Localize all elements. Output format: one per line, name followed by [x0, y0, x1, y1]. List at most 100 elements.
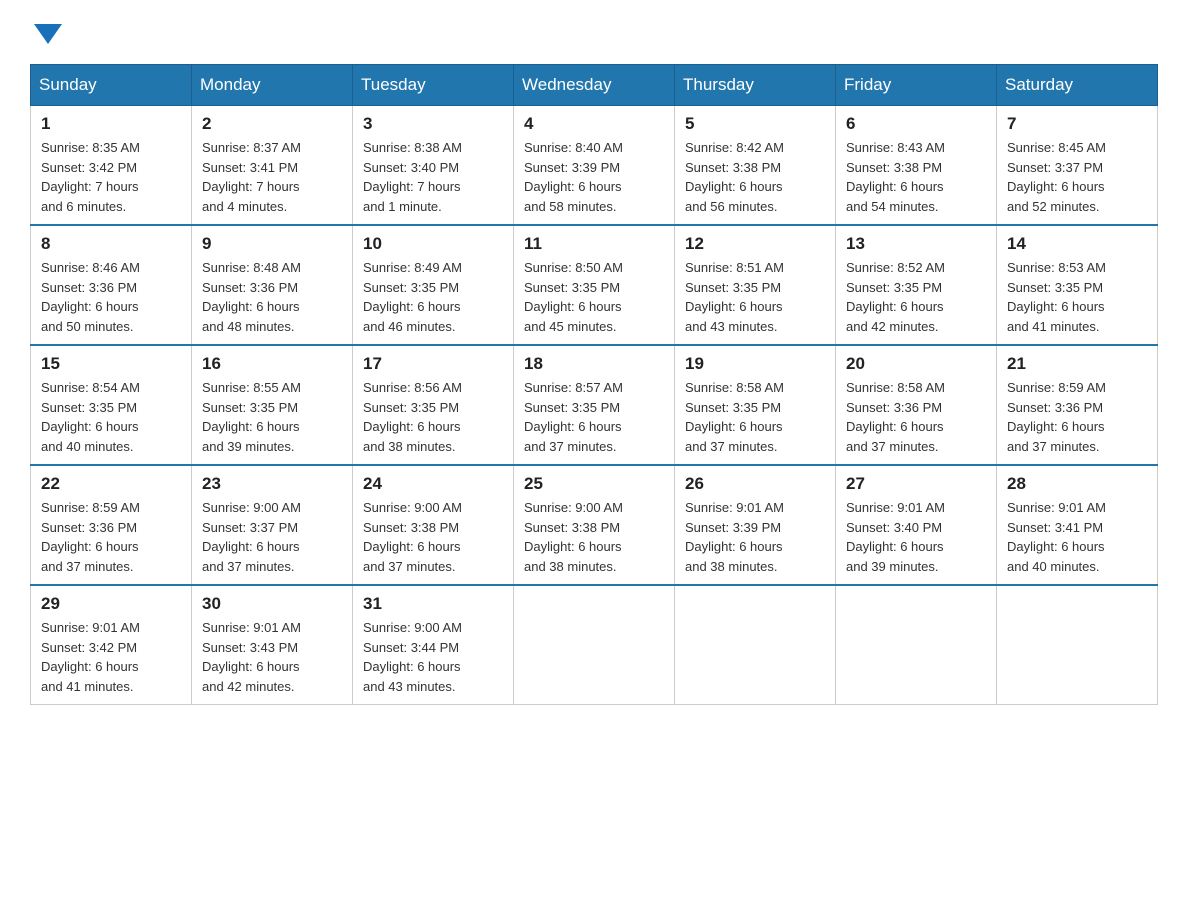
calendar-cell: 20 Sunrise: 8:58 AMSunset: 3:36 PMDaylig…: [836, 345, 997, 465]
day-number: 20: [846, 354, 986, 374]
day-info: Sunrise: 9:00 AMSunset: 3:37 PMDaylight:…: [202, 498, 342, 576]
calendar-cell: [514, 585, 675, 705]
calendar-week-row: 29 Sunrise: 9:01 AMSunset: 3:42 PMDaylig…: [31, 585, 1158, 705]
day-info: Sunrise: 8:54 AMSunset: 3:35 PMDaylight:…: [41, 378, 181, 456]
day-info: Sunrise: 8:50 AMSunset: 3:35 PMDaylight:…: [524, 258, 664, 336]
calendar-cell: 1 Sunrise: 8:35 AMSunset: 3:42 PMDayligh…: [31, 106, 192, 226]
day-number: 22: [41, 474, 181, 494]
calendar-cell: 25 Sunrise: 9:00 AMSunset: 3:38 PMDaylig…: [514, 465, 675, 585]
day-info: Sunrise: 8:35 AMSunset: 3:42 PMDaylight:…: [41, 138, 181, 216]
calendar-cell: [836, 585, 997, 705]
day-info: Sunrise: 8:38 AMSunset: 3:40 PMDaylight:…: [363, 138, 503, 216]
day-number: 5: [685, 114, 825, 134]
calendar-cell: 3 Sunrise: 8:38 AMSunset: 3:40 PMDayligh…: [353, 106, 514, 226]
logo-arrow-icon: [34, 24, 62, 44]
day-number: 17: [363, 354, 503, 374]
day-info: Sunrise: 8:52 AMSunset: 3:35 PMDaylight:…: [846, 258, 986, 336]
calendar-cell: [997, 585, 1158, 705]
day-number: 13: [846, 234, 986, 254]
day-number: 4: [524, 114, 664, 134]
weekday-header-row: SundayMondayTuesdayWednesdayThursdayFrid…: [31, 65, 1158, 106]
calendar-cell: 12 Sunrise: 8:51 AMSunset: 3:35 PMDaylig…: [675, 225, 836, 345]
day-number: 27: [846, 474, 986, 494]
day-info: Sunrise: 8:48 AMSunset: 3:36 PMDaylight:…: [202, 258, 342, 336]
day-number: 18: [524, 354, 664, 374]
day-number: 3: [363, 114, 503, 134]
calendar-cell: 11 Sunrise: 8:50 AMSunset: 3:35 PMDaylig…: [514, 225, 675, 345]
day-info: Sunrise: 8:57 AMSunset: 3:35 PMDaylight:…: [524, 378, 664, 456]
day-info: Sunrise: 8:42 AMSunset: 3:38 PMDaylight:…: [685, 138, 825, 216]
calendar-cell: 15 Sunrise: 8:54 AMSunset: 3:35 PMDaylig…: [31, 345, 192, 465]
weekday-header-thursday: Thursday: [675, 65, 836, 106]
calendar-cell: 26 Sunrise: 9:01 AMSunset: 3:39 PMDaylig…: [675, 465, 836, 585]
weekday-header-monday: Monday: [192, 65, 353, 106]
day-info: Sunrise: 9:00 AMSunset: 3:44 PMDaylight:…: [363, 618, 503, 696]
day-number: 2: [202, 114, 342, 134]
day-number: 30: [202, 594, 342, 614]
day-info: Sunrise: 8:58 AMSunset: 3:35 PMDaylight:…: [685, 378, 825, 456]
calendar-cell: 10 Sunrise: 8:49 AMSunset: 3:35 PMDaylig…: [353, 225, 514, 345]
page-header: [30, 20, 1158, 44]
calendar-table: SundayMondayTuesdayWednesdayThursdayFrid…: [30, 64, 1158, 705]
calendar-cell: 6 Sunrise: 8:43 AMSunset: 3:38 PMDayligh…: [836, 106, 997, 226]
day-info: Sunrise: 8:56 AMSunset: 3:35 PMDaylight:…: [363, 378, 503, 456]
calendar-cell: 28 Sunrise: 9:01 AMSunset: 3:41 PMDaylig…: [997, 465, 1158, 585]
day-number: 21: [1007, 354, 1147, 374]
calendar-cell: 23 Sunrise: 9:00 AMSunset: 3:37 PMDaylig…: [192, 465, 353, 585]
weekday-header-friday: Friday: [836, 65, 997, 106]
weekday-header-sunday: Sunday: [31, 65, 192, 106]
weekday-header-saturday: Saturday: [997, 65, 1158, 106]
calendar-cell: 2 Sunrise: 8:37 AMSunset: 3:41 PMDayligh…: [192, 106, 353, 226]
weekday-header-tuesday: Tuesday: [353, 65, 514, 106]
day-number: 19: [685, 354, 825, 374]
calendar-cell: 22 Sunrise: 8:59 AMSunset: 3:36 PMDaylig…: [31, 465, 192, 585]
calendar-cell: 24 Sunrise: 9:00 AMSunset: 3:38 PMDaylig…: [353, 465, 514, 585]
day-number: 6: [846, 114, 986, 134]
calendar-cell: 7 Sunrise: 8:45 AMSunset: 3:37 PMDayligh…: [997, 106, 1158, 226]
day-info: Sunrise: 8:40 AMSunset: 3:39 PMDaylight:…: [524, 138, 664, 216]
day-info: Sunrise: 8:37 AMSunset: 3:41 PMDaylight:…: [202, 138, 342, 216]
calendar-cell: 29 Sunrise: 9:01 AMSunset: 3:42 PMDaylig…: [31, 585, 192, 705]
day-number: 8: [41, 234, 181, 254]
calendar-cell: 27 Sunrise: 9:01 AMSunset: 3:40 PMDaylig…: [836, 465, 997, 585]
day-info: Sunrise: 9:00 AMSunset: 3:38 PMDaylight:…: [363, 498, 503, 576]
day-number: 23: [202, 474, 342, 494]
logo-text: [30, 20, 62, 44]
day-number: 26: [685, 474, 825, 494]
day-number: 9: [202, 234, 342, 254]
day-info: Sunrise: 8:58 AMSunset: 3:36 PMDaylight:…: [846, 378, 986, 456]
calendar-week-row: 15 Sunrise: 8:54 AMSunset: 3:35 PMDaylig…: [31, 345, 1158, 465]
day-info: Sunrise: 8:43 AMSunset: 3:38 PMDaylight:…: [846, 138, 986, 216]
calendar-week-row: 22 Sunrise: 8:59 AMSunset: 3:36 PMDaylig…: [31, 465, 1158, 585]
calendar-cell: 8 Sunrise: 8:46 AMSunset: 3:36 PMDayligh…: [31, 225, 192, 345]
calendar-cell: 14 Sunrise: 8:53 AMSunset: 3:35 PMDaylig…: [997, 225, 1158, 345]
calendar-cell: 18 Sunrise: 8:57 AMSunset: 3:35 PMDaylig…: [514, 345, 675, 465]
calendar-cell: 16 Sunrise: 8:55 AMSunset: 3:35 PMDaylig…: [192, 345, 353, 465]
logo: [30, 20, 62, 44]
day-number: 11: [524, 234, 664, 254]
calendar-cell: 4 Sunrise: 8:40 AMSunset: 3:39 PMDayligh…: [514, 106, 675, 226]
day-number: 10: [363, 234, 503, 254]
day-info: Sunrise: 8:49 AMSunset: 3:35 PMDaylight:…: [363, 258, 503, 336]
day-number: 25: [524, 474, 664, 494]
calendar-week-row: 8 Sunrise: 8:46 AMSunset: 3:36 PMDayligh…: [31, 225, 1158, 345]
day-number: 1: [41, 114, 181, 134]
day-number: 15: [41, 354, 181, 374]
day-info: Sunrise: 9:01 AMSunset: 3:41 PMDaylight:…: [1007, 498, 1147, 576]
calendar-cell: 13 Sunrise: 8:52 AMSunset: 3:35 PMDaylig…: [836, 225, 997, 345]
day-info: Sunrise: 8:45 AMSunset: 3:37 PMDaylight:…: [1007, 138, 1147, 216]
day-number: 12: [685, 234, 825, 254]
day-number: 28: [1007, 474, 1147, 494]
day-number: 31: [363, 594, 503, 614]
calendar-cell: 19 Sunrise: 8:58 AMSunset: 3:35 PMDaylig…: [675, 345, 836, 465]
calendar-cell: 31 Sunrise: 9:00 AMSunset: 3:44 PMDaylig…: [353, 585, 514, 705]
day-info: Sunrise: 9:00 AMSunset: 3:38 PMDaylight:…: [524, 498, 664, 576]
day-number: 14: [1007, 234, 1147, 254]
calendar-cell: 30 Sunrise: 9:01 AMSunset: 3:43 PMDaylig…: [192, 585, 353, 705]
day-info: Sunrise: 8:53 AMSunset: 3:35 PMDaylight:…: [1007, 258, 1147, 336]
day-info: Sunrise: 8:59 AMSunset: 3:36 PMDaylight:…: [1007, 378, 1147, 456]
day-info: Sunrise: 9:01 AMSunset: 3:43 PMDaylight:…: [202, 618, 342, 696]
day-number: 29: [41, 594, 181, 614]
day-info: Sunrise: 8:51 AMSunset: 3:35 PMDaylight:…: [685, 258, 825, 336]
calendar-week-row: 1 Sunrise: 8:35 AMSunset: 3:42 PMDayligh…: [31, 106, 1158, 226]
